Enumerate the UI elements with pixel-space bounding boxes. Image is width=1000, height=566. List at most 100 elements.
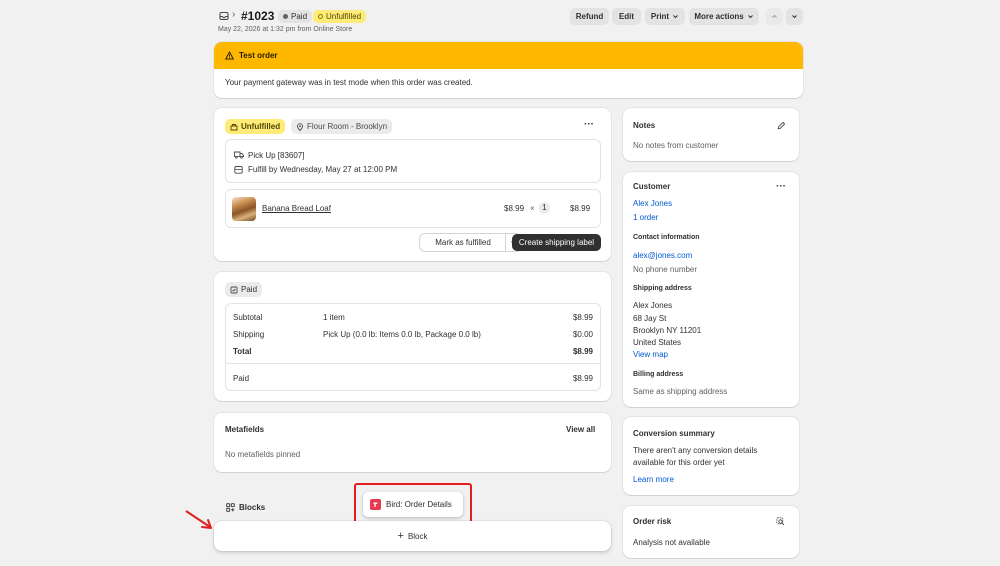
banner-header: Test order	[214, 42, 803, 69]
customer-options-icon[interactable]: ···	[776, 181, 786, 192]
chevron-down-icon	[672, 13, 679, 20]
paid-badge-label: Paid	[291, 12, 308, 21]
previous-order-button[interactable]	[766, 8, 783, 25]
times-symbol: ×	[530, 204, 535, 213]
paid-row-label: Paid	[233, 374, 250, 383]
customer-name-link[interactable]: Alex Jones	[633, 199, 672, 208]
paid-row-amount: $8.99	[572, 374, 593, 383]
customer-title: Customer	[633, 182, 671, 191]
dot-icon	[283, 14, 288, 19]
more-actions-label: More actions	[694, 12, 744, 21]
unfulfilled-status-badge: Unfulfilled	[225, 119, 286, 134]
line-item-box: Banana Bread Loaf $8.99 × 1 $8.99	[225, 189, 601, 228]
more-actions-button[interactable]: More actions	[689, 8, 759, 25]
total-label: Total	[233, 347, 252, 356]
create-shipping-label-text: Create shipping label	[518, 238, 595, 247]
blocks-icon	[226, 503, 235, 512]
refund-label: Refund	[575, 12, 604, 21]
address-line: Brooklyn NY 11201	[633, 326, 702, 335]
subtotal-detail: 1 item	[323, 313, 345, 322]
learn-more-link[interactable]: Learn more	[633, 475, 674, 484]
next-order-button[interactable]	[786, 8, 803, 25]
order-risk-title: Order risk	[633, 517, 672, 526]
print-button[interactable]: Print	[645, 8, 685, 25]
metafields-title: Metafields	[225, 425, 265, 434]
address-line: 68 Jay St	[633, 314, 667, 323]
print-label: Print	[650, 12, 670, 21]
customer-email-link[interactable]: alex@jones.com	[633, 251, 692, 260]
notes-title: Notes	[633, 121, 656, 130]
circle-icon	[318, 14, 323, 19]
payment-summary-box: Subtotal 1 item $8.99 Shipping Pick Up (…	[225, 303, 601, 391]
contact-info-title: Contact information	[633, 234, 700, 241]
metafields-empty: No metafields pinned	[225, 450, 301, 459]
chevron-right-icon: ›	[232, 9, 236, 20]
add-block-label: Block	[407, 531, 428, 541]
notes-card: Notes No notes from customer	[623, 108, 799, 161]
metafields-card: Metafields View all No metafields pinned	[214, 413, 611, 472]
location-pin-icon	[296, 122, 304, 131]
unit-price: $8.99	[504, 204, 525, 213]
delivery-info-box: Pick Up [83607] Fulfill by Wednesday, Ma…	[225, 139, 601, 183]
address-line: United States	[633, 338, 682, 347]
view-all-link[interactable]: View all	[566, 425, 595, 434]
mark-as-fulfilled-button[interactable]: Mark as fulfilled	[420, 234, 506, 251]
risk-search-icon[interactable]	[776, 517, 785, 526]
blocks-title: Blocks	[239, 503, 266, 512]
total-amount: $8.99	[572, 347, 593, 356]
unfulfilled-status-label: Unfulfilled	[241, 122, 281, 131]
unfulfilled-badge: Unfulfilled	[313, 10, 367, 23]
refund-button[interactable]: Refund	[570, 8, 609, 25]
create-shipping-label-button[interactable]: Create shipping label	[512, 234, 601, 251]
product-thumbnail	[232, 197, 256, 221]
subtotal-amount: $8.99	[572, 313, 593, 322]
order-subtitle: May 22, 2026 at 1:32 pm from Online Stor…	[218, 26, 353, 33]
product-name-link[interactable]: Banana Bread Loaf	[262, 204, 331, 213]
edit-button[interactable]: Edit	[612, 8, 641, 25]
paid-status-badge: Paid	[225, 282, 263, 297]
conversion-text-2: available for this order yet	[633, 458, 725, 467]
shipping-detail: Pick Up (0.0 lb: Items 0.0 lb, Package 0…	[323, 330, 481, 339]
warning-icon	[225, 51, 234, 60]
paid-status-label: Paid	[241, 285, 258, 294]
pickup-text: Pick Up [83607]	[248, 151, 305, 160]
unfulfilled-badge-label: Unfulfilled	[326, 12, 362, 21]
customer-orders-link[interactable]: 1 order	[633, 213, 658, 222]
edit-label: Edit	[618, 12, 635, 21]
calendar-icon	[234, 165, 243, 174]
customer-card: Customer ··· Alex Jones 1 order Contact …	[623, 172, 799, 407]
paid-badge: Paid	[278, 10, 313, 23]
fulfill-by-text: Fulfill by Wednesday, May 27 at 12:00 PM	[248, 165, 398, 174]
chevron-down-icon	[747, 13, 754, 20]
view-map-link[interactable]: View map	[633, 350, 668, 359]
fulfillment-card: Unfulfilled Flour Room - Brooklyn ··· Pi…	[214, 108, 611, 261]
orders-icon[interactable]	[219, 11, 229, 21]
order-risk-card: Order risk Analysis not available	[623, 506, 799, 558]
bird-app-icon	[370, 499, 381, 510]
mark-as-fulfilled-label: Mark as fulfilled	[435, 238, 491, 247]
shipping-label: Shipping	[233, 330, 265, 339]
banner-title: Test order	[239, 51, 278, 60]
location-badge: Flour Room - Brooklyn	[291, 119, 393, 134]
order-risk-text: Analysis not available	[633, 538, 710, 547]
order-number: #1023	[241, 9, 275, 23]
truck-icon	[234, 151, 244, 159]
more-options-icon[interactable]: ···	[584, 119, 594, 130]
location-label: Flour Room - Brooklyn	[307, 122, 388, 131]
edit-pencil-icon[interactable]	[777, 121, 786, 130]
test-order-banner: Test order Your payment gateway was in t…	[214, 42, 803, 98]
red-arrow-icon	[184, 509, 214, 531]
chevron-down-icon	[791, 13, 798, 20]
conversion-title: Conversion summary	[633, 429, 715, 438]
billing-address-title: Billing address	[633, 371, 684, 378]
bird-order-details-chip[interactable]: Bird: Order Details	[363, 492, 463, 517]
add-block-button[interactable]: + Block	[214, 521, 611, 551]
chevron-up-icon	[771, 13, 778, 20]
quantity-badge: 1	[539, 202, 550, 214]
conversion-summary-card: Conversion summary There aren't any conv…	[623, 417, 799, 495]
payment-card: Paid Subtotal 1 item $8.99 Shipping Pick…	[214, 272, 611, 401]
bird-order-details-label: Bird: Order Details	[386, 500, 452, 509]
banner-message: Your payment gateway was in test mode wh…	[225, 78, 473, 87]
subtotal-label: Subtotal	[233, 313, 263, 322]
plus-icon: +	[397, 530, 404, 542]
